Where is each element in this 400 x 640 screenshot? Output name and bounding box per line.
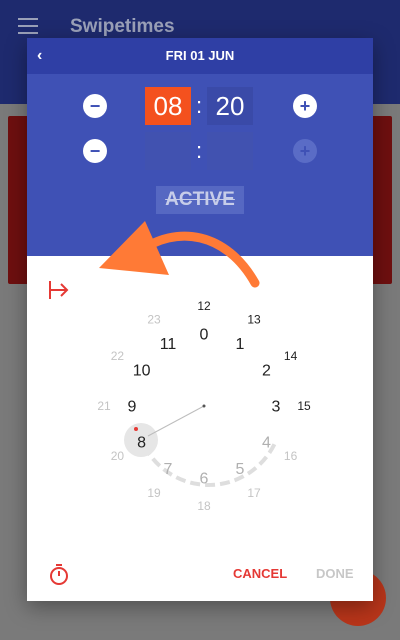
clock-hour-7[interactable]: 7 bbox=[164, 461, 173, 478]
minus-icon: − bbox=[89, 96, 101, 116]
plus-icon: + bbox=[299, 96, 311, 116]
minus-icon: − bbox=[89, 141, 101, 161]
clock-hour-17[interactable]: 17 bbox=[247, 486, 261, 500]
clock-hour-13[interactable]: 13 bbox=[247, 313, 261, 327]
clock-hour-12[interactable]: 12 bbox=[197, 299, 211, 313]
start-minus-button[interactable]: − bbox=[83, 94, 107, 118]
cancel-button[interactable]: CANCEL bbox=[233, 566, 287, 581]
start-hour-field[interactable]: 08 bbox=[145, 87, 191, 125]
clock-hour-19[interactable]: 19 bbox=[147, 486, 161, 500]
clock-hour-9[interactable]: 9 bbox=[128, 399, 137, 416]
clock-hour-16[interactable]: 16 bbox=[284, 449, 298, 463]
selected-hour-marker bbox=[134, 427, 138, 431]
timer-icon[interactable] bbox=[47, 563, 71, 587]
done-button[interactable]: DONE bbox=[316, 566, 354, 581]
end-plus-button[interactable]: + bbox=[293, 139, 317, 163]
app-title: Swipetimes bbox=[70, 16, 175, 37]
clock-hour-1[interactable]: 1 bbox=[236, 336, 245, 353]
clock-hour-10[interactable]: 10 bbox=[133, 363, 151, 380]
end-minus-button[interactable]: − bbox=[83, 139, 107, 163]
clock-hour-23[interactable]: 23 bbox=[147, 313, 161, 327]
swipe-arrow bbox=[99, 221, 260, 288]
clock-hour-11[interactable]: 11 bbox=[160, 336, 177, 353]
end-minute-field[interactable] bbox=[207, 132, 253, 170]
clock-hour-20[interactable]: 20 bbox=[111, 449, 125, 463]
clock-hour-6[interactable]: 6 bbox=[200, 471, 209, 488]
clock-hour-4[interactable]: 4 bbox=[262, 435, 271, 452]
start-plus-button[interactable]: + bbox=[293, 94, 317, 118]
dialog-date: FRI 01 JUN bbox=[165, 48, 235, 63]
clock-face[interactable]: 01234567891011 121314151617181920212223 bbox=[27, 288, 373, 528]
status-toggle[interactable]: ACTIVE bbox=[156, 186, 244, 214]
end-colon: : bbox=[195, 138, 203, 163]
end-hour-field[interactable] bbox=[145, 132, 191, 170]
clock-hour-3[interactable]: 3 bbox=[272, 399, 281, 416]
clock-hour-22[interactable]: 22 bbox=[111, 349, 125, 363]
clock-hour-21[interactable]: 21 bbox=[97, 399, 111, 413]
clock-hour-2[interactable]: 2 bbox=[262, 363, 271, 380]
clock-hour-5[interactable]: 5 bbox=[236, 461, 245, 478]
clock-hour-15[interactable]: 15 bbox=[297, 399, 311, 413]
clock-hour-0[interactable]: 0 bbox=[200, 327, 209, 344]
menu-icon[interactable] bbox=[18, 18, 38, 34]
clock-center-dot bbox=[202, 404, 206, 408]
start-colon: : bbox=[195, 93, 203, 118]
dialog-header: ‹ FRI 01 JUN bbox=[27, 38, 373, 74]
time-picker-dialog: ‹ FRI 01 JUN − 08 : 20 + − : + ACTIVE 0 1… bbox=[27, 38, 373, 601]
plus-icon: + bbox=[299, 141, 311, 161]
start-minute-field[interactable]: 20 bbox=[207, 87, 253, 125]
clock-hour-14[interactable]: 14 bbox=[284, 349, 298, 363]
clock-hour-8[interactable]: 8 bbox=[137, 435, 146, 452]
clock-hand bbox=[147, 405, 205, 437]
clock-hour-18[interactable]: 18 bbox=[197, 499, 211, 513]
